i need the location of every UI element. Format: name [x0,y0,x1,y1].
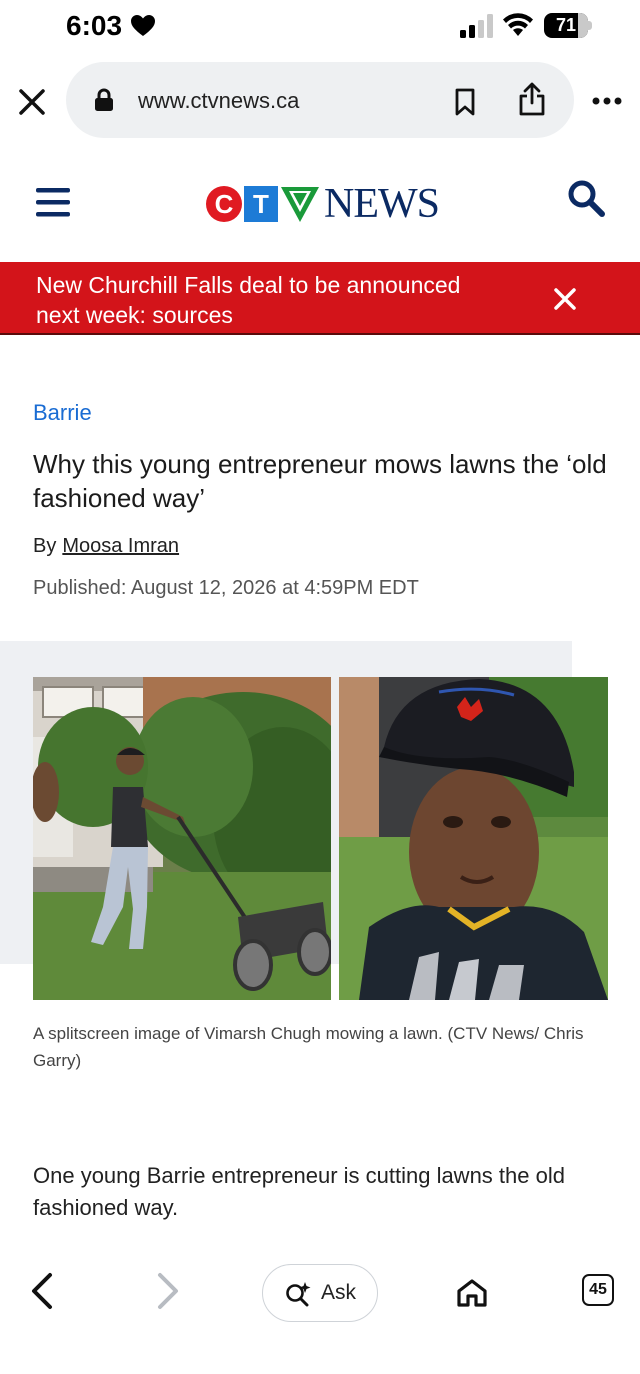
battery-icon: 71 [544,13,592,38]
ask-button[interactable]: Ask [262,1264,378,1322]
signal-icon [460,14,493,38]
hamburger-menu-icon[interactable] [36,186,70,218]
status-bar: 6:03 71 [0,0,640,54]
article-photo-mowing[interactable] [33,677,331,1000]
url-text: www.ctvnews.ca [138,88,300,113]
article-photo-portrait[interactable] [339,677,608,1000]
author-link[interactable]: Moosa Imran [62,535,179,557]
battery-percent: 71 [555,15,577,35]
ctv-news-logo[interactable]: C T NEWS [206,180,440,228]
tabs-icon[interactable]: 45 [582,1274,614,1306]
bookmark-icon[interactable] [454,88,476,116]
ask-sparkle-icon [286,1282,311,1307]
close-banner-icon[interactable] [554,288,576,310]
more-icon[interactable] [592,96,622,106]
url-field[interactable]: www.ctvnews.ca [66,62,574,138]
byline-prefix: By [33,535,57,557]
photo-portrait-illustration [339,677,608,1000]
article-category-link[interactable]: Barrie [33,400,92,426]
browser-address-bar: www.ctvnews.ca [0,58,640,142]
figure-caption: A splitscreen image of Vimarsh Chugh mow… [33,1024,584,1070]
logo-t: T [244,186,278,222]
published-date: Published: August 12, 2026 at 4:59PM EDT [33,577,419,599]
share-icon[interactable] [518,82,546,116]
status-time: 6:03 [66,10,123,41]
lock-icon [95,88,113,111]
forward-icon[interactable] [156,1272,180,1310]
close-icon[interactable] [16,86,48,118]
heart-icon [131,15,155,36]
logo-c: C [206,186,242,222]
browser-toolbar: Ask 45 [0,1240,640,1374]
home-icon[interactable] [456,1278,488,1308]
site-header: C T NEWS [0,150,640,260]
back-icon[interactable] [30,1272,54,1310]
banner-text[interactable]: New Churchill Falls deal to be announced… [36,270,506,330]
logo-v-icon [281,187,319,222]
breaking-news-banner[interactable]: New Churchill Falls deal to be announced… [0,262,640,335]
logo-news-text: NEWS [324,181,440,227]
ask-label: Ask [321,1281,357,1304]
search-icon[interactable] [566,178,606,218]
photo-mowing-illustration [33,677,331,1000]
article-headline: Why this young entrepreneur mows lawns t… [33,449,607,513]
article-paragraph: One young Barrie entrepreneur is cutting… [33,1163,565,1220]
byline: By Moosa Imran [33,535,179,558]
wifi-icon [503,13,533,36]
